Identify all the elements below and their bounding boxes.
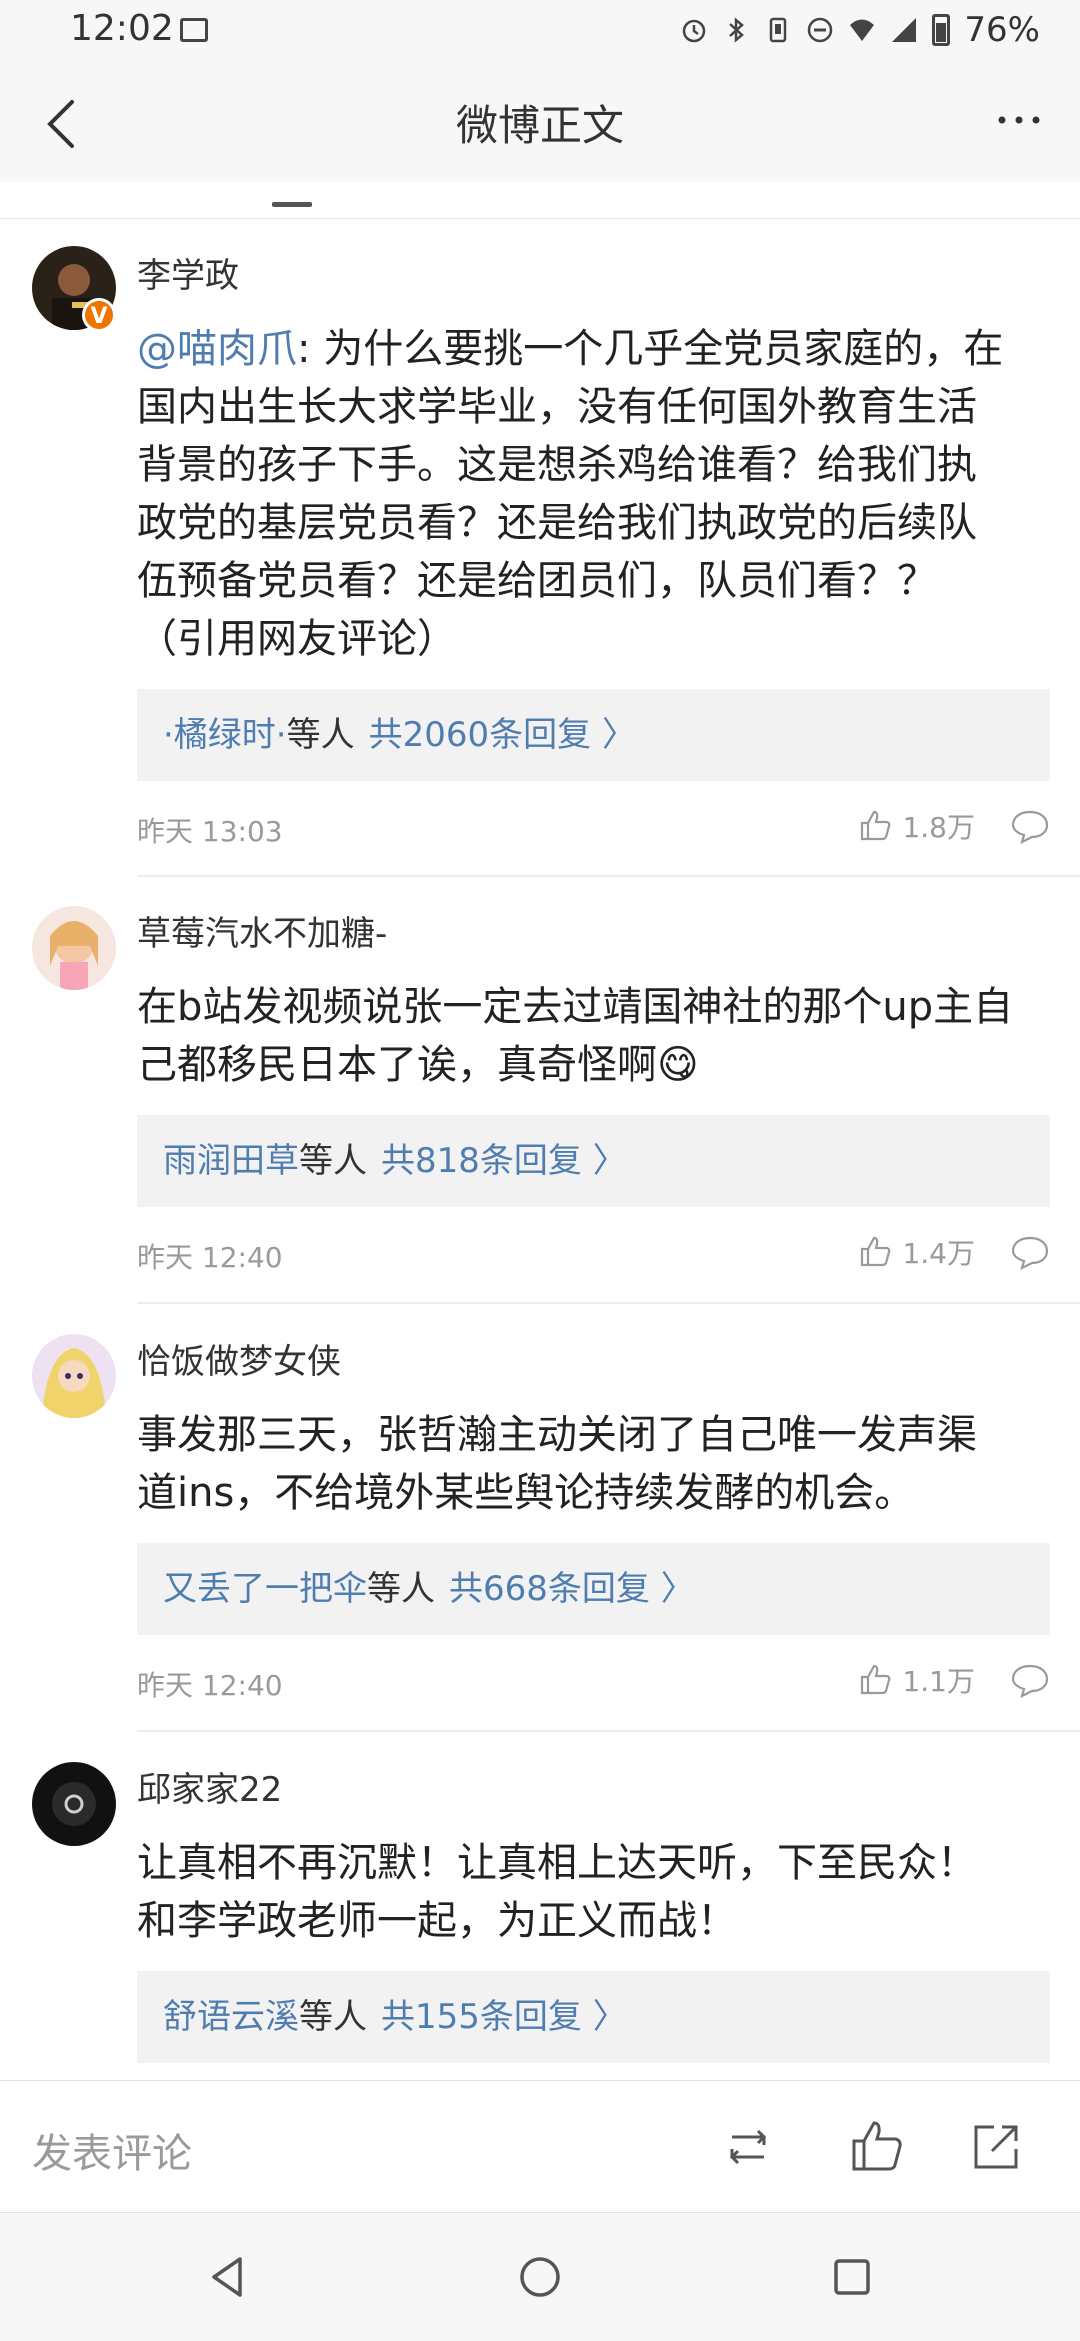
bottom-action-bar: 发表评论 [0,2080,1080,2211]
like-icon[interactable] [846,2117,906,2177]
nav-back-icon[interactable] [204,2253,252,2301]
avatar[interactable] [32,1334,116,1418]
comment-icon[interactable] [1010,808,1050,844]
battery-icon [932,14,951,46]
more-icon[interactable] [994,100,1044,140]
comment-author[interactable]: 李学政 [137,248,239,297]
reply-summary[interactable]: 舒语云溪等人 共155条回复 〉 [137,1971,1050,2063]
comment-author[interactable]: 邱家家22 [137,1762,282,1811]
reply-user[interactable]: 雨润田草 [163,1141,299,1181]
mention-link[interactable]: @喵肉爪 [137,326,297,372]
signal-icon [892,18,917,42]
reply-count[interactable]: 共668条回复 〉 [449,1569,695,1609]
tab-indicator [272,202,312,207]
image-icon [180,18,208,42]
nav-home-icon[interactable] [516,2253,564,2301]
reply-user[interactable]: 又丢了一把伞 [163,1569,367,1609]
bluetooth-icon [729,17,745,43]
reply-count[interactable]: 共155条回复 〉 [381,1997,627,2037]
comment-icon[interactable] [1010,1662,1050,1698]
reply-count[interactable]: 共2060条回复 〉 [369,715,636,755]
share-icon[interactable] [966,2117,1026,2177]
comment-author[interactable]: 草莓汽水不加糖- [137,906,387,955]
reply-summary[interactable]: 又丢了一把伞等人 共668条回复 〉 [137,1543,1050,1635]
divider [137,875,1080,877]
repost-icon[interactable] [718,2117,778,2177]
nav-bar: 微博正文 [0,64,1080,183]
thumb-up-icon [861,810,891,841]
comment-text: 在b站发视频说张一定去过靖国神社的那个up主自 己都移民日本了诶，真奇怪啊😋 [137,984,1014,1088]
thumb-up-icon [861,1664,891,1695]
divider [137,1302,1080,1304]
comment-text: 让真相不再沉默！让真相上达天听，下至民众！ 和李学政老师一起，为正义而战！ [137,1840,977,1944]
status-time: 12:02 [70,8,174,49]
comment-author[interactable]: 恰饭做梦女侠 [137,1334,341,1383]
comment-text: @喵肉爪: 为什么要挑一个几乎全党员家庭的，在 国内出生长大求学毕业，没有任何国… [137,326,1004,662]
comment-meta: 昨天 12:40 1.4万 [137,1236,1050,1276]
battery-percent: 76% [964,10,1040,50]
like-button[interactable]: 1.4万 [858,1232,975,1272]
comment-input[interactable]: 发表评论 [32,2121,192,2179]
page-title: 微博正文 [455,101,624,150]
reply-summary[interactable]: 雨润田草等人 共818条回复 〉 [137,1115,1050,1207]
vibrate-icon [770,17,787,43]
tab-strip [0,182,1080,219]
avatar[interactable] [32,1762,116,1846]
verified-badge: V [82,298,116,332]
status-icons: 76% [680,10,1040,50]
divider [137,1730,1080,1732]
reply-count[interactable]: 共818条回复 〉 [381,1141,627,1181]
like-button[interactable]: 1.1万 [858,1660,975,1700]
alarm-icon [683,19,706,43]
comment-time: 昨天 13:03 [137,815,283,848]
comment-icon[interactable] [1010,1234,1050,1270]
system-nav-bar [0,2212,1080,2341]
comment-text: 事发那三天，张哲瀚主动关闭了自己唯一发声渠 道ins，不给境外某些舆论持续发酵的… [137,1412,977,1516]
avatar[interactable] [32,906,116,990]
comment-time: 昨天 12:40 [137,1241,283,1274]
dnd-icon [808,17,833,43]
nav-recents-icon[interactable] [828,2253,876,2301]
thumb-up-icon [861,1236,891,1267]
like-button[interactable]: 1.8万 [858,806,975,846]
reply-user[interactable]: ·橘绿时· [163,715,287,755]
status-bar: 12:02 76% [0,0,1080,64]
comment-meta: 昨天 13:03 1.8万 [137,810,1050,850]
comment-meta: 昨天 12:40 1.1万 [137,1664,1050,1704]
reply-summary[interactable]: ·橘绿时·等人 共2060条回复 〉 [137,689,1050,781]
reply-user[interactable]: 舒语云溪 [163,1997,299,2037]
comment-time: 昨天 12:40 [137,1669,283,1702]
wifi-icon [850,19,875,41]
